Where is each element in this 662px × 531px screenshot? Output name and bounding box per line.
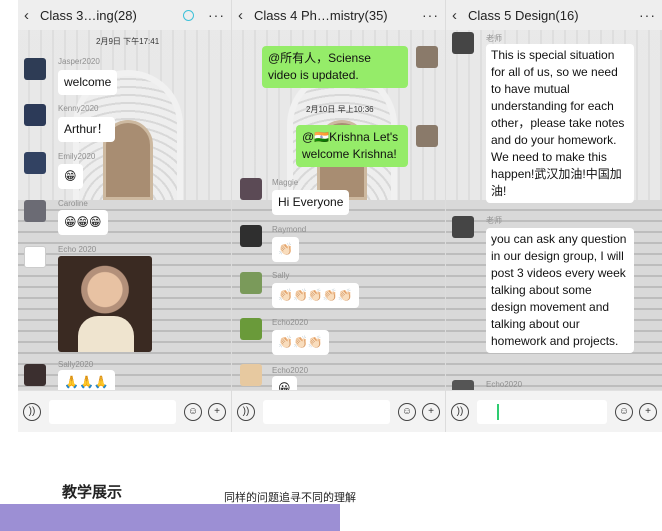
sender-name: Caroline <box>58 199 88 208</box>
chat-title: Class 3…ing(28) <box>40 7 137 23</box>
loading-icon <box>183 9 194 21</box>
back-icon[interactable]: ‹ <box>452 7 468 24</box>
sender-name: Echo2020 <box>272 366 309 375</box>
photo-message[interactable] <box>58 256 152 352</box>
sender-name: Echo2020 <box>486 380 523 389</box>
message-input[interactable] <box>263 399 390 424</box>
back-icon[interactable]: ‹ <box>24 7 40 24</box>
more-icon[interactable]: ··· <box>422 7 439 23</box>
plus-icon[interactable]: + <box>639 402 657 421</box>
avatar[interactable] <box>452 216 474 238</box>
input-bar: )) ☺ + <box>446 390 662 432</box>
message-bubble[interactable]: welcome <box>58 70 118 95</box>
sender-name: Sally <box>272 271 290 280</box>
chat-panel-class3: ‹ Class 3…ing(28) ··· 2月9日 下午17:41 Jaspe… <box>18 0 232 432</box>
sender-name: Emily2020 <box>58 152 96 161</box>
sender-name: Jasper2020 <box>58 57 100 66</box>
chat-panel-class5: ‹ Class 5 Design(16) ··· 老师 This is spec… <box>446 0 662 432</box>
avatar[interactable] <box>24 246 46 268</box>
emoji-icon[interactable]: ☺ <box>615 402 633 421</box>
avatar-self[interactable] <box>416 125 438 147</box>
section-title: 教学展示 <box>62 484 123 501</box>
voice-icon[interactable]: )) <box>451 402 469 421</box>
sender-name: Raymond <box>272 225 307 234</box>
avatar[interactable] <box>240 225 262 247</box>
avatar-self[interactable] <box>416 46 438 68</box>
avatar[interactable] <box>240 272 262 294</box>
avatar[interactable] <box>240 178 262 200</box>
message-bubble-self[interactable]: @所有人，Sciense video is updated. <box>262 46 408 88</box>
sender-name: 老师 <box>486 216 502 225</box>
voice-icon[interactable]: )) <box>23 402 41 421</box>
avatar[interactable] <box>24 200 46 222</box>
chat-title: Class 4 Ph…mistry(35) <box>254 7 388 23</box>
text-cursor <box>497 403 499 420</box>
message-bubble[interactable]: This is special situation for all of us,… <box>486 44 634 203</box>
message-input[interactable] <box>49 399 176 424</box>
timestamp: 2月10日 早上10:36 <box>306 105 374 114</box>
more-icon[interactable]: ··· <box>208 7 225 23</box>
message-bubble[interactable]: Hi Everyone <box>272 190 350 215</box>
message-bubble-self[interactable]: @🇮🇳Krishna Let's welcome Krishna! <box>296 125 408 167</box>
decorative-bar <box>0 504 340 531</box>
avatar[interactable] <box>452 32 474 54</box>
avatar[interactable] <box>24 104 46 126</box>
input-bar: )) ☺ + <box>232 390 445 432</box>
chat-header: ‹ Class 5 Design(16) ··· <box>446 0 662 30</box>
input-bar: )) ☺ + <box>18 390 231 432</box>
sender-name: Sally2020 <box>58 360 94 369</box>
message-input[interactable] <box>477 399 607 424</box>
timestamp: 2月9日 下午17:41 <box>96 37 160 46</box>
message-bubble[interactable]: you can ask any question in our design g… <box>486 228 634 353</box>
emoji-icon[interactable]: ☺ <box>184 402 202 421</box>
chat-panel-class4: ‹ Class 4 Ph…mistry(35) ··· @所有人，Sciense… <box>232 0 446 432</box>
chat-header: ‹ Class 4 Ph…mistry(35) ··· <box>232 0 445 30</box>
message-bubble[interactable]: Arthur！ <box>58 117 115 142</box>
sender-name: 老师 <box>486 34 502 43</box>
plus-icon[interactable]: + <box>422 402 440 421</box>
sender-name: Kenny2020 <box>58 104 99 113</box>
voice-icon[interactable]: )) <box>237 402 255 421</box>
avatar[interactable] <box>240 318 262 340</box>
message-bubble[interactable]: 👏🏻 <box>272 237 299 262</box>
sender-name: Echo2020 <box>272 318 309 327</box>
message-bubble[interactable]: 😁 <box>58 164 83 189</box>
avatar[interactable] <box>24 152 46 174</box>
message-bubble[interactable]: 👏🏻👏🏻👏🏻 <box>272 330 329 355</box>
more-icon[interactable]: ··· <box>639 7 656 23</box>
chat-header: ‹ Class 3…ing(28) ··· <box>18 0 231 30</box>
plus-icon[interactable]: + <box>208 402 226 421</box>
message-bubble[interactable]: 👏🏻👏🏻👏🏻👏🏻👏🏻 <box>272 283 359 308</box>
back-icon[interactable]: ‹ <box>238 7 254 24</box>
avatar[interactable] <box>24 364 46 386</box>
emoji-icon[interactable]: ☺ <box>398 402 416 421</box>
avatar[interactable] <box>240 364 262 386</box>
chat-title: Class 5 Design(16) <box>468 7 579 23</box>
screenshots-strip: ‹ Class 3…ing(28) ··· 2月9日 下午17:41 Jaspe… <box>18 0 662 432</box>
sender-name: Echo 2020 <box>58 245 97 254</box>
message-bubble[interactable]: 😁😁😁 <box>58 210 108 235</box>
avatar[interactable] <box>24 58 46 80</box>
section-subtitle: 同样的问题追寻不同的理解 <box>224 492 356 504</box>
sender-name: Maggie <box>272 178 299 187</box>
